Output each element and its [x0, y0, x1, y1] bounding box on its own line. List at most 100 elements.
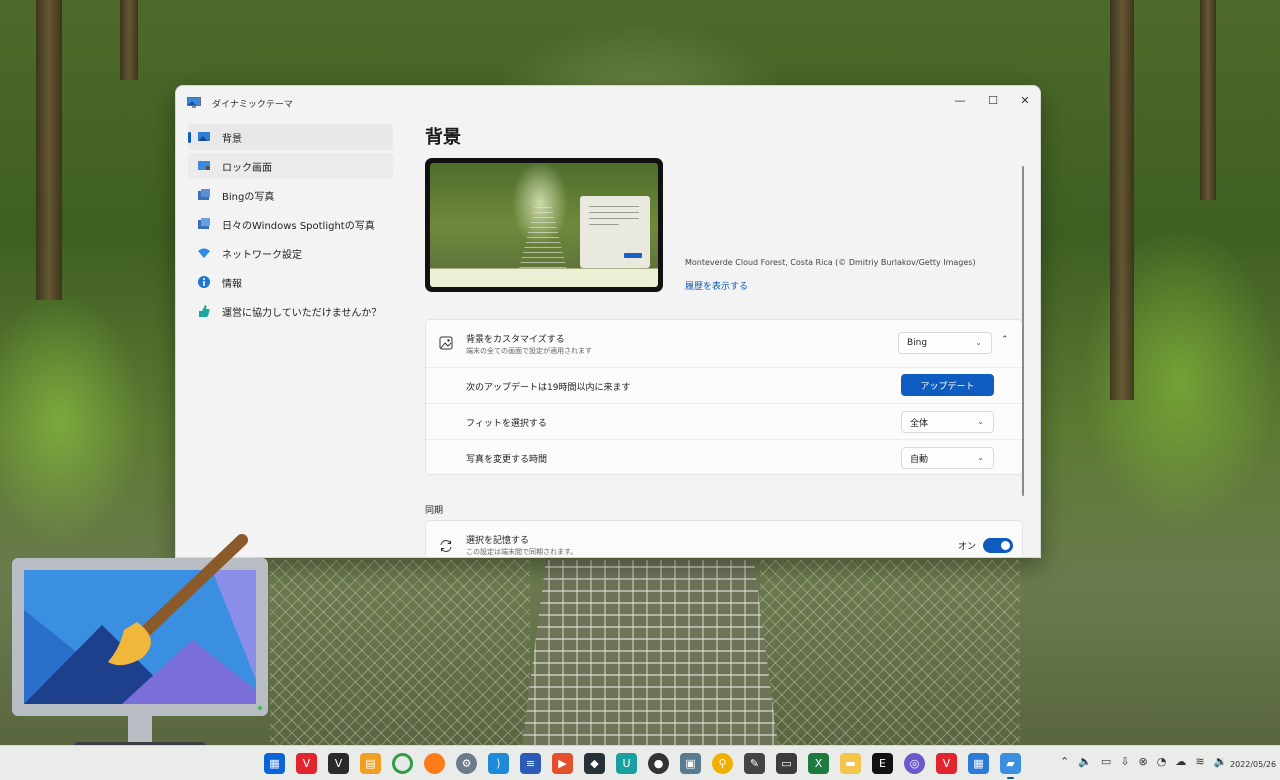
- sync-toggle[interactable]: [983, 538, 1013, 553]
- sidebar-item-network[interactable]: ネットワーク設定: [188, 240, 393, 266]
- microsoft-store-icon[interactable]: ▦: [968, 753, 989, 774]
- vivaldi-icon[interactable]: V: [296, 753, 317, 774]
- file-manager-icon[interactable]: ▤: [360, 753, 381, 774]
- sync-section-title: 同期: [425, 506, 444, 516]
- sidebar-item-label: 運営に協力していただけませんか？: [222, 307, 382, 319]
- change-time-label: 写真を変更する時間: [466, 455, 548, 465]
- volume-icon[interactable]: 🔈: [1078, 755, 1092, 768]
- obs-icon[interactable]: ●: [648, 753, 669, 774]
- bing-photos-icon: [198, 189, 210, 200]
- settings-gear-icon[interactable]: ⚙: [456, 753, 477, 774]
- start-button-icon[interactable]: ▦: [264, 753, 285, 774]
- change-time-row: 写真を変更する時間 自動 ⌄: [426, 439, 1022, 475]
- customize-row[interactable]: 背景をカスタマイズする 端末の全ての画面で設定が適用されます Bing ⌄ ⌃: [426, 320, 1022, 367]
- clock-date[interactable]: 2022/05/26: [1230, 760, 1276, 769]
- change-time-dropdown[interactable]: 自動 ⌄: [901, 447, 994, 469]
- fit-label: フィットを選択する: [466, 419, 547, 429]
- tree-trunk: [1200, 0, 1216, 200]
- photo-caption: Monteverde Cloud Forest, Costa Rica (© D…: [685, 258, 976, 267]
- tree-trunk: [36, 0, 62, 300]
- excel-icon[interactable]: X: [808, 753, 829, 774]
- system-tray: ⌃ 🔈 ▭ ⇩ ⊗ ◔ ☁ ≋ 🔉: [1060, 755, 1227, 768]
- close-circle-icon[interactable]: ⊗: [1139, 755, 1148, 768]
- epic-games-icon[interactable]: E: [872, 753, 893, 774]
- sync-state-label: オン: [958, 542, 977, 552]
- chrome-icon[interactable]: [392, 753, 413, 774]
- update-button[interactable]: アップデート: [901, 374, 994, 396]
- media-player-icon[interactable]: ▶: [552, 753, 573, 774]
- fit-dropdown[interactable]: 全体 ⌄: [901, 411, 994, 433]
- sidebar-item-background[interactable]: 背景: [188, 124, 393, 150]
- toggle-knob: [1001, 541, 1010, 550]
- selection-indicator: [188, 132, 191, 143]
- scanner-icon[interactable]: ▭: [776, 753, 797, 774]
- background-settings-card: 背景をカスタマイズする 端末の全ての画面で設定が適用されます Bing ⌄ ⌃ …: [425, 319, 1023, 475]
- thumbs-up-icon: [199, 305, 210, 317]
- background-preview: [425, 158, 663, 292]
- preview-wallpaper: [430, 163, 658, 287]
- sidebar-item-label: Bingの写真: [222, 191, 275, 203]
- sidebar-item-lock-screen[interactable]: ロック画面: [188, 153, 393, 179]
- chevron-down-icon: ⌄: [977, 453, 984, 462]
- view-history-link[interactable]: 履歴を表示する: [685, 279, 748, 292]
- sidebar-item-label: ネットワーク設定: [222, 249, 302, 261]
- download-icon[interactable]: ⇩: [1120, 755, 1129, 768]
- power-icon[interactable]: ◔: [1157, 755, 1167, 768]
- change-time-dropdown-value: 自動: [910, 454, 929, 465]
- battery-icon[interactable]: ▭: [1101, 755, 1111, 768]
- sidebar-item-label: 背景: [222, 133, 242, 145]
- vivaldi-dark-icon[interactable]: V: [328, 753, 349, 774]
- preview-line: [589, 224, 619, 225]
- sidebar-item-label: 情報: [222, 278, 242, 290]
- sidebar-item-bing-photos[interactable]: Bingの写真: [188, 182, 393, 208]
- magnet-icon[interactable]: U: [616, 753, 637, 774]
- dynamic-theme-taskbar-icon[interactable]: ▰: [1000, 753, 1021, 779]
- dynamic-theme-logo: [12, 534, 268, 754]
- dynamic-theme-window: ダイナミックテーマ — ☐ ✕ 背景 ロック画面 Bingの写真 日々のWind…: [175, 85, 1041, 558]
- app-icon: [187, 97, 201, 108]
- info-icon: [198, 276, 210, 288]
- update-row: 次のアップデートは19時間以内に来ます アップデート: [426, 367, 1022, 403]
- main-content: 背景 Monteverde Cloud Forest, Costa Rica (…: [425, 86, 1025, 557]
- chevron-up-icon[interactable]: ⌃: [1060, 755, 1069, 768]
- folder-icon[interactable]: ▬: [840, 753, 861, 774]
- screenshot-icon[interactable]: ▣: [680, 753, 701, 774]
- vscode-icon[interactable]: ⟩: [488, 753, 509, 774]
- scrollbar[interactable]: [1022, 166, 1024, 496]
- search-magnifier-icon[interactable]: ⚲: [712, 753, 733, 774]
- sidebar-item-label: 日々のWindows Spotlightの写真: [222, 220, 375, 232]
- chevron-down-icon: ⌄: [977, 417, 984, 426]
- firefox-icon[interactable]: [424, 753, 445, 774]
- tree-trunk: [1110, 0, 1134, 400]
- speaker-icon[interactable]: 🔉: [1214, 755, 1228, 768]
- pen-tool-icon[interactable]: ✎: [744, 753, 765, 774]
- source-dropdown-value: Bing: [907, 338, 928, 348]
- onedrive-icon[interactable]: ☁: [1175, 755, 1186, 768]
- sync-description: この設定は端末間で同期されます。: [466, 548, 578, 556]
- bridge-net-right: [760, 560, 1020, 750]
- davinci-icon[interactable]: ◆: [584, 753, 605, 774]
- page-title: 背景: [425, 127, 461, 148]
- preview-button: [624, 253, 642, 258]
- chevron-down-icon: ⌄: [975, 338, 982, 347]
- sync-icon: [440, 540, 452, 552]
- sidebar-item-info[interactable]: 情報: [188, 269, 393, 295]
- customize-description: 端末の全ての画面で設定が適用されます: [466, 347, 592, 355]
- sync-card: 選択を記憶する この設定は端末間で同期されます。 オン: [425, 520, 1023, 557]
- fit-dropdown-value: 全体: [910, 418, 929, 429]
- sidebar-item-feedback[interactable]: 運営に協力していただけませんか？: [188, 298, 393, 324]
- wifi-icon[interactable]: ≋: [1195, 755, 1204, 768]
- steam-icon[interactable]: ◎: [904, 753, 925, 774]
- sidebar-item-spotlight[interactable]: 日々のWindows Spotlightの写真: [188, 211, 393, 237]
- vivaldi-snapshot-icon[interactable]: V: [936, 753, 957, 774]
- source-dropdown[interactable]: Bing ⌄: [898, 332, 992, 354]
- chevron-up-icon[interactable]: ⌃: [1001, 335, 1009, 345]
- spotlight-icon: [198, 218, 210, 229]
- customize-label: 背景をカスタマイズする: [466, 335, 565, 345]
- lock-screen-icon: [198, 161, 210, 170]
- bridge-net-left: [270, 560, 530, 750]
- window-title: ダイナミックテーマ: [212, 100, 293, 110]
- notepad-icon[interactable]: ≡: [520, 753, 541, 774]
- fit-row: フィットを選択する 全体 ⌄: [426, 403, 1022, 439]
- rope-bridge: [520, 560, 780, 760]
